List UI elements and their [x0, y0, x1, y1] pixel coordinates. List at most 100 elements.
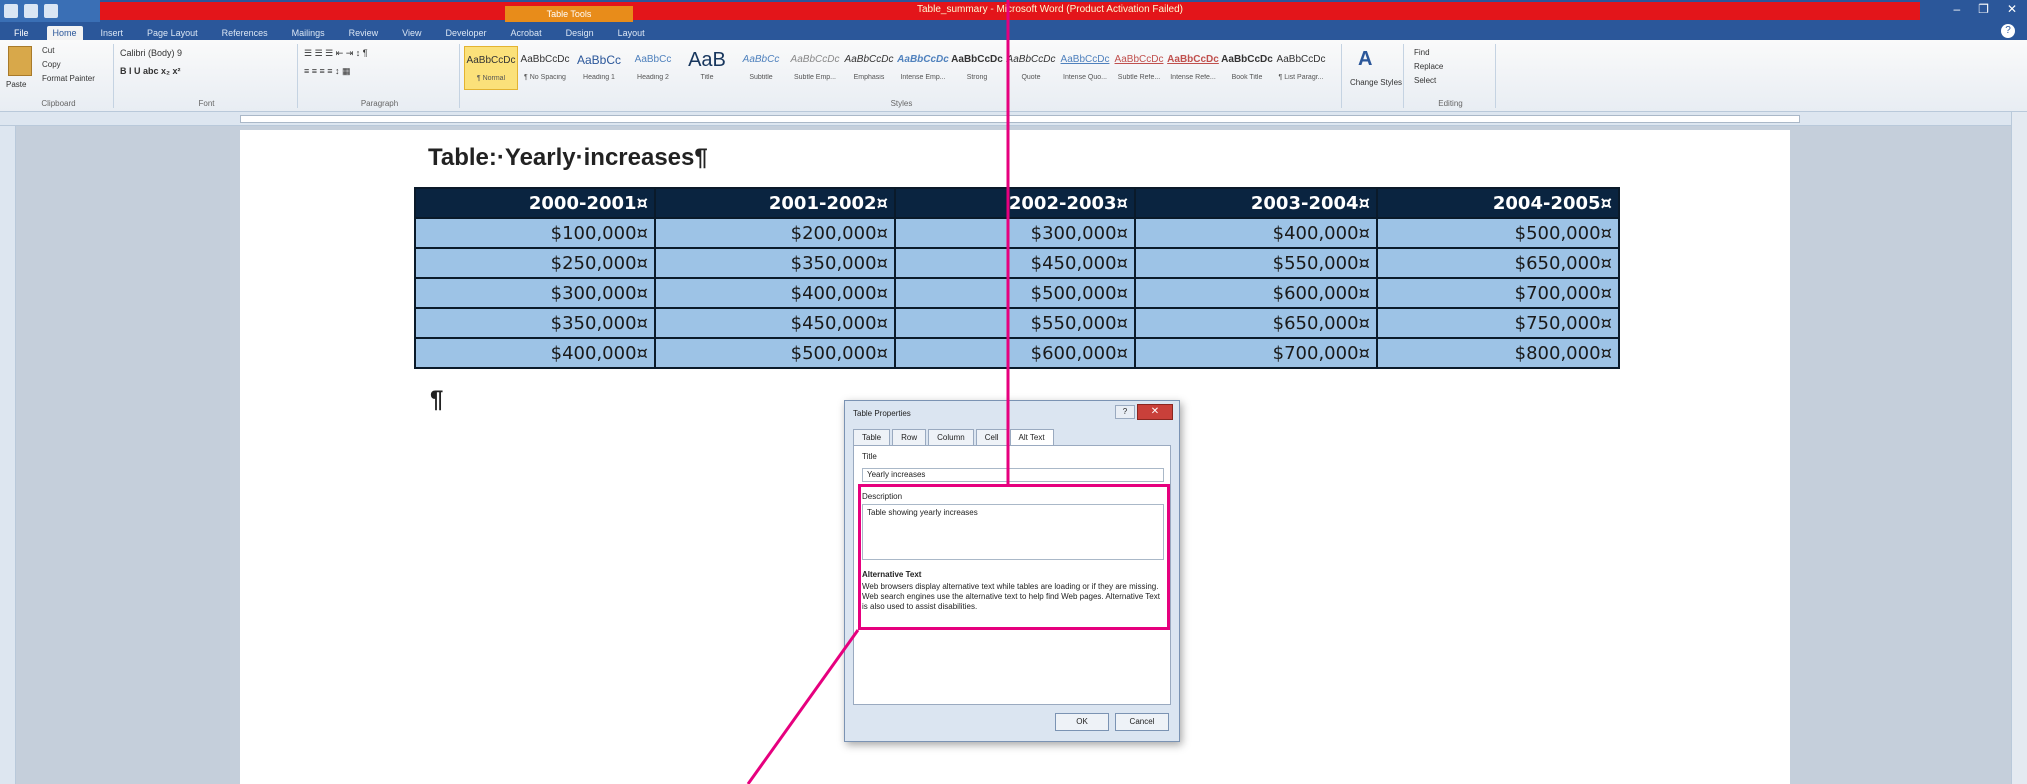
tab-cell[interactable]: Cell [975, 429, 1008, 446]
undo-icon[interactable] [44, 4, 58, 18]
font-size-select[interactable]: 9 [177, 48, 182, 58]
save-icon[interactable] [24, 4, 38, 18]
find-button[interactable]: Find [1414, 48, 1430, 57]
tab-developer[interactable]: Developer [440, 26, 493, 40]
style-no-spacing[interactable]: AaBbCcDc ¶ No Spacing [518, 46, 572, 90]
tab-acrobat[interactable]: Acrobat [505, 26, 548, 40]
tab-table[interactable]: Table [853, 429, 891, 446]
table-cell[interactable]: $100,000¤ [414, 217, 656, 249]
style-subtitle[interactable]: AaBbCc Subtitle [734, 46, 788, 90]
table-cell[interactable]: $500,000¤ [654, 337, 896, 369]
table-cell[interactable]: $650,000¤ [1134, 307, 1378, 339]
table-cell[interactable]: $500,000¤ [1376, 217, 1620, 249]
editing-group-label: Editing [1438, 99, 1463, 108]
style-heading-2[interactable]: AaBbCc Heading 2 [626, 46, 680, 90]
tab-review[interactable]: Review [343, 26, 385, 40]
style-emphasis[interactable]: AaBbCcDc Emphasis [842, 46, 896, 90]
table-cell[interactable]: $700,000¤ [1134, 337, 1378, 369]
font-format-buttons[interactable]: B I U abc x₂ x² [120, 66, 181, 76]
table-row: $400,000¤ $500,000¤ $600,000¤ $700,000¤ … [414, 337, 1620, 369]
title-field[interactable]: Yearly increases [862, 468, 1164, 482]
tab-row[interactable]: Row [892, 429, 927, 446]
dialog-help-button[interactable]: ? [1115, 405, 1135, 419]
table-cell[interactable]: $500,000¤ [894, 277, 1136, 309]
table-cell[interactable]: $250,000¤ [414, 247, 656, 279]
help-icon[interactable]: ? [2001, 24, 2015, 38]
table-cell[interactable]: $700,000¤ [1376, 277, 1620, 309]
copy-button[interactable]: Copy [42, 60, 61, 69]
header-cell[interactable]: 2001-2002¤ [654, 187, 896, 219]
list-buttons-icon[interactable]: ☰ ☰ ☰ ⇤ ⇥ ↕ ¶ [304, 48, 368, 59]
style-intense-quote[interactable]: AaBbCcDc Intense Quo... [1058, 46, 1112, 90]
table-cell[interactable]: $350,000¤ [654, 247, 896, 279]
table-cell[interactable]: $650,000¤ [1376, 247, 1620, 279]
cancel-button[interactable]: Cancel [1115, 713, 1169, 731]
table-cell[interactable]: $300,000¤ [894, 217, 1136, 249]
tab-column[interactable]: Column [928, 429, 974, 446]
select-button[interactable]: Select [1414, 76, 1436, 85]
header-cell[interactable]: 2002-2003¤ [894, 187, 1136, 219]
style-list-paragraph[interactable]: AaBbCcDc ¶ List Paragr... [1274, 46, 1328, 90]
tab-layout[interactable]: Layout [612, 26, 651, 40]
close-button[interactable]: ✕ [2007, 2, 2017, 16]
table-row: $100,000¤ $200,000¤ $300,000¤ $400,000¤ … [414, 217, 1620, 249]
table-cell[interactable]: $750,000¤ [1376, 307, 1620, 339]
tab-mailings[interactable]: Mailings [286, 26, 331, 40]
tab-home[interactable]: Home [46, 26, 83, 40]
style-subtle-emphasis[interactable]: AaBbCcDc Subtle Emp... [788, 46, 842, 90]
paste-button[interactable]: Paste [6, 80, 26, 89]
style-strong[interactable]: AaBbCcDc Strong [950, 46, 1004, 90]
table-cell[interactable]: $400,000¤ [1134, 217, 1378, 249]
table-cell[interactable]: $450,000¤ [654, 307, 896, 339]
tab-references[interactable]: References [216, 26, 274, 40]
title-label: Title [862, 452, 877, 461]
minimize-button[interactable]: – [1953, 2, 1960, 16]
tab-page-layout[interactable]: Page Layout [141, 26, 204, 40]
table-cell[interactable]: $550,000¤ [1134, 247, 1378, 279]
paste-icon[interactable] [8, 46, 32, 76]
style-subtle-reference[interactable]: AaBbCcDc Subtle Refe... [1112, 46, 1166, 90]
restore-button[interactable]: ❐ [1978, 2, 1989, 16]
header-cell[interactable]: 2003-2004¤ [1134, 187, 1378, 219]
table-cell[interactable]: $450,000¤ [894, 247, 1136, 279]
table-cell[interactable]: $400,000¤ [654, 277, 896, 309]
horizontal-ruler[interactable] [0, 112, 2027, 126]
style-title[interactable]: AaB Title [680, 46, 734, 90]
tab-alt-text[interactable]: Alt Text [1009, 429, 1054, 446]
style-quote[interactable]: AaBbCcDc Quote [1004, 46, 1058, 90]
table-cell[interactable]: $300,000¤ [414, 277, 656, 309]
cut-button[interactable]: Cut [42, 46, 54, 55]
style-book-title[interactable]: AaBbCcDc Book Title [1220, 46, 1274, 90]
vertical-scrollbar[interactable] [2011, 112, 2027, 784]
tab-design[interactable]: Design [560, 26, 600, 40]
table-cell[interactable]: $400,000¤ [414, 337, 656, 369]
quick-access-toolbar[interactable] [0, 0, 100, 22]
format-painter-button[interactable]: Format Painter [42, 74, 95, 83]
style-intense-reference[interactable]: AaBbCcDc Intense Refe... [1166, 46, 1220, 90]
align-buttons-icon[interactable]: ≡ ≡ ≡ ≡ ↕ ▦ [304, 66, 351, 77]
table-cell[interactable]: $600,000¤ [894, 337, 1136, 369]
style-normal[interactable]: AaBbCcDc ¶ Normal [464, 46, 518, 90]
table-cell[interactable]: $600,000¤ [1134, 277, 1378, 309]
style-intense-emphasis[interactable]: AaBbCcDc Intense Emp... [896, 46, 950, 90]
table-cell[interactable]: $800,000¤ [1376, 337, 1620, 369]
font-group: Calibri (Body) 9 B I U abc x₂ x² Font [116, 44, 298, 108]
table-cell[interactable]: $200,000¤ [654, 217, 896, 249]
editing-group: Find Replace Select Editing [1406, 44, 1496, 108]
tab-insert[interactable]: Insert [95, 26, 130, 40]
tab-view[interactable]: View [396, 26, 427, 40]
style-heading-1[interactable]: AaBbCc Heading 1 [572, 46, 626, 90]
tab-file[interactable]: File [8, 26, 35, 40]
header-cell[interactable]: 2004-2005¤ [1376, 187, 1620, 219]
yearly-increases-table[interactable]: 2000-2001¤ 2001-2002¤ 2002-2003¤ 2003-20… [414, 187, 1620, 369]
table-cell[interactable]: $550,000¤ [894, 307, 1136, 339]
replace-button[interactable]: Replace [1414, 62, 1443, 71]
header-cell[interactable]: 2000-2001¤ [414, 187, 656, 219]
clipboard-group-label: Clipboard [41, 99, 76, 108]
ok-button[interactable]: OK [1055, 713, 1109, 731]
dialog-close-button[interactable]: ✕ [1137, 404, 1173, 420]
vertical-ruler[interactable] [0, 126, 16, 784]
table-cell[interactable]: $350,000¤ [414, 307, 656, 339]
change-styles-button[interactable]: A Change Styles [1344, 44, 1404, 108]
font-name-select[interactable]: Calibri (Body) [120, 48, 175, 58]
